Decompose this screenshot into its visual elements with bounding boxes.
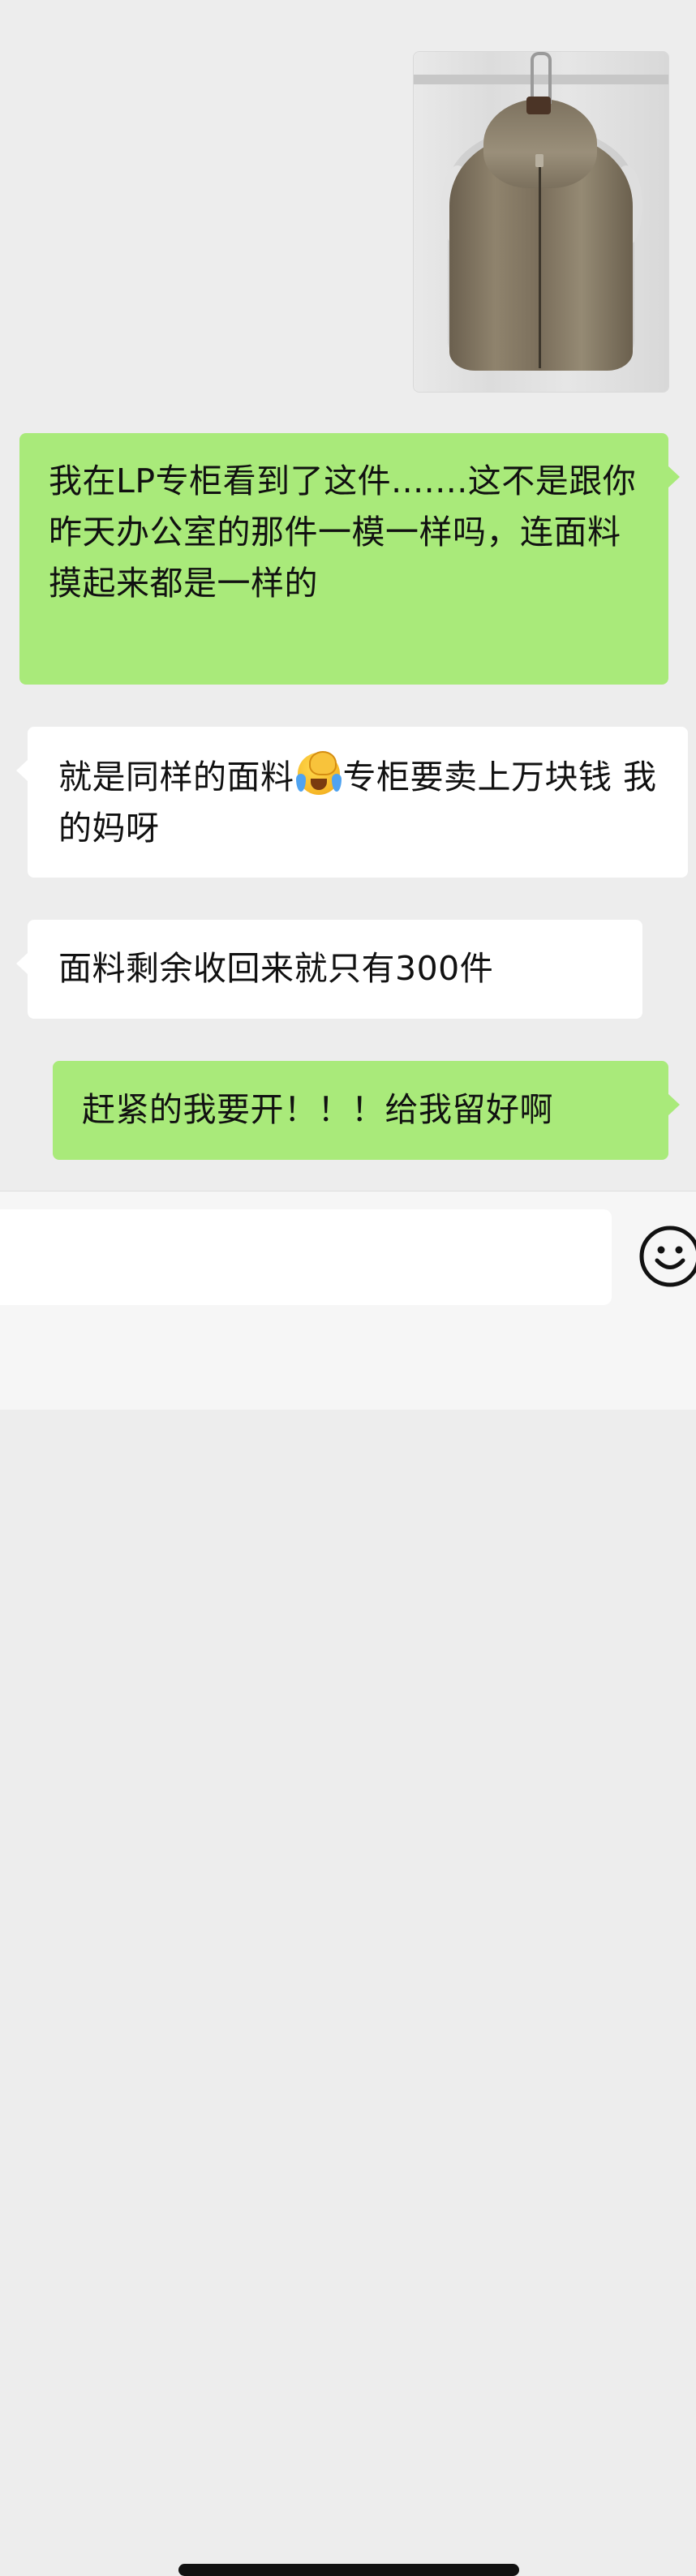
message-text: 赶紧的我要开！！！给我留好啊 [82,1090,553,1129]
photo-zip-pull [535,154,543,167]
message-bubble-sent[interactable]: 赶紧的我要开！！！给我留好啊 [53,1061,680,1160]
home-indicator[interactable] [178,2564,519,2576]
message-bubble-received[interactable]: 就是同样的面料 专柜要卖上万块钱 我的妈呀 [16,727,688,878]
message-input-bar [0,1191,696,2576]
smiley-face-icon[interactable] [638,1224,696,1289]
message-bubble-received[interactable]: 面料剩余收回来就只有300件 [16,920,642,1019]
crying-facepalm-emoji-icon [295,751,342,796]
chat-message-list[interactable]: 我在LP专柜看到了这件.......这不是跟你昨天办公室的那件一模一样吗，连面料… [0,0,696,1191]
image-message-fur-vest[interactable] [413,51,669,393]
message-bubble-sent[interactable]: 我在LP专柜看到了这件.......这不是跟你昨天办公室的那件一模一样吗，连面料… [19,433,680,685]
photo-hanger-label [526,97,551,114]
message-input-field[interactable] [0,1209,612,1305]
message-text: 面料剩余收回来就只有300件 [58,949,494,988]
message-text: 我在LP专柜看到了这件.......这不是跟你昨天办公室的那件一模一样吗，连面料… [49,462,637,603]
photo-zipper [539,157,541,368]
message-text-part: 就是同样的面料 [58,758,294,796]
